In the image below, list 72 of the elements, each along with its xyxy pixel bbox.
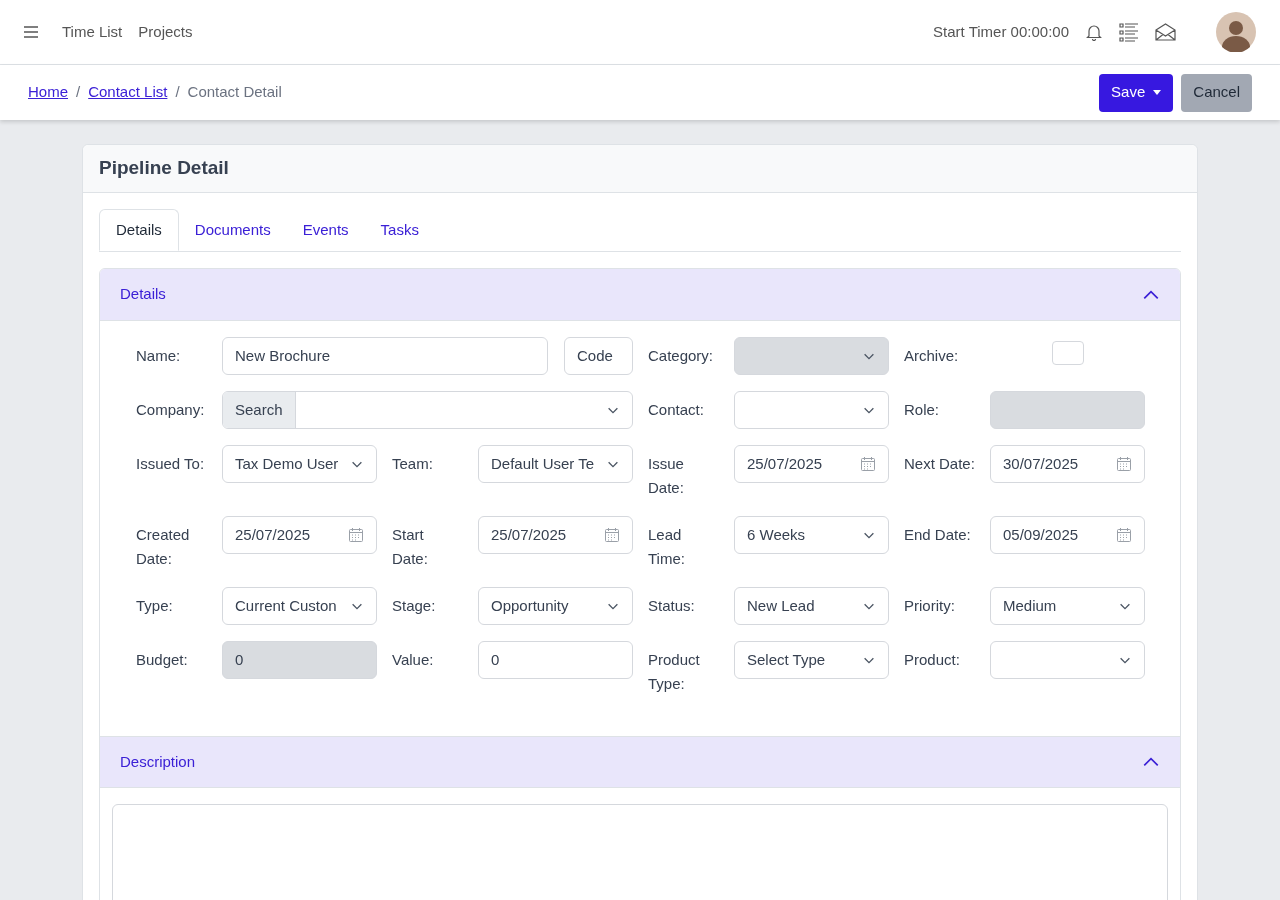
select-field[interactable]: Opportunity (478, 587, 633, 625)
breadcrumb-link[interactable]: Home (28, 81, 68, 104)
bell-icon[interactable] (1085, 23, 1103, 41)
description-textarea[interactable] (112, 804, 1168, 900)
calendar-icon (1116, 456, 1132, 472)
menu-icon[interactable] (24, 26, 38, 38)
save-button[interactable]: Save (1099, 73, 1174, 112)
field-label: Contact: (648, 400, 705, 420)
caret-icon (1153, 90, 1162, 95)
field-label: Team: (392, 454, 434, 474)
field-label: Category: (648, 346, 715, 366)
select-field[interactable]: Select Type (734, 641, 889, 679)
field-label: Stage: (392, 596, 437, 616)
breadcrumb-current: Contact Detail (187, 82, 282, 103)
select-field[interactable]: Medium (990, 587, 1145, 625)
select-field[interactable]: Tax Demo User (222, 445, 377, 483)
field-label: Created Date: (136, 525, 191, 569)
calendar-icon (348, 527, 364, 543)
field-label: Product: (904, 650, 961, 670)
calendar-icon (860, 456, 876, 472)
name-field[interactable]: New Brochure (222, 337, 548, 375)
card-title: Pipeline Detail (99, 156, 229, 181)
field-label: Product Type: (648, 650, 701, 694)
field-label: Company: (136, 400, 206, 420)
field-label: Status: (648, 596, 696, 616)
select-field[interactable] (990, 641, 1145, 679)
calendar-icon (604, 527, 620, 543)
breadcrumb-link[interactable]: Contact List (88, 81, 168, 104)
field-label: End Date: (904, 525, 972, 545)
section-header[interactable]: Description (100, 736, 1180, 788)
tab[interactable]: Events (286, 209, 365, 251)
tab[interactable]: Documents (178, 209, 287, 251)
breadcrumb-separator: / (76, 82, 81, 103)
select-field[interactable] (734, 391, 889, 429)
cancel-button[interactable]: Cancel (1181, 73, 1252, 112)
select-field[interactable]: New Lead (734, 587, 889, 625)
mail-icon[interactable] (1155, 23, 1176, 41)
field-label: Value: (392, 650, 435, 670)
company-select[interactable]: Search (222, 391, 633, 429)
search-addon: Search (223, 392, 296, 428)
field-label: Type: (136, 596, 174, 616)
select-field[interactable]: Current Custon (222, 587, 377, 625)
date-field[interactable]: 30/07/2025 (990, 445, 1145, 483)
select-field[interactable]: 6 Weeks (734, 516, 889, 554)
breadcrumb-separator: / (175, 82, 180, 103)
field-label: Start Date: (392, 525, 429, 569)
field-label: Priority: (904, 596, 956, 616)
tab[interactable]: Details (99, 209, 179, 251)
archive-checkbox[interactable] (1051, 341, 1084, 365)
field-label: Role: (904, 400, 941, 420)
field-label: Budget: (136, 650, 189, 670)
field-label: Lead Time: (648, 525, 686, 569)
field-label: Name: (136, 346, 182, 366)
date-field[interactable]: 25/07/2025 (222, 516, 377, 554)
code-field[interactable]: Code (564, 337, 633, 375)
field-label: Archive: (904, 346, 960, 366)
field-label: Next Date: (904, 454, 975, 474)
date-field[interactable]: 25/07/2025 (734, 445, 889, 483)
calendar-icon (1116, 527, 1132, 543)
select-field[interactable]: Default User Te (478, 445, 633, 483)
text-field[interactable]: 0 (478, 641, 633, 679)
tab[interactable]: Tasks (364, 209, 435, 251)
start-timer[interactable]: Start Timer 00:00:00 (933, 20, 1069, 44)
section-header[interactable]: Details (100, 269, 1180, 321)
date-field[interactable]: 05/09/2025 (990, 516, 1145, 554)
date-field[interactable]: 25/07/2025 (478, 516, 633, 554)
field-label: Issued To: (136, 454, 206, 474)
nav-link[interactable]: Time List (62, 20, 123, 44)
nav-link[interactable]: Projects (138, 20, 193, 44)
field-label: Issue Date: (648, 454, 685, 498)
avatar[interactable] (1216, 12, 1256, 52)
list-icon[interactable] (1119, 22, 1139, 42)
